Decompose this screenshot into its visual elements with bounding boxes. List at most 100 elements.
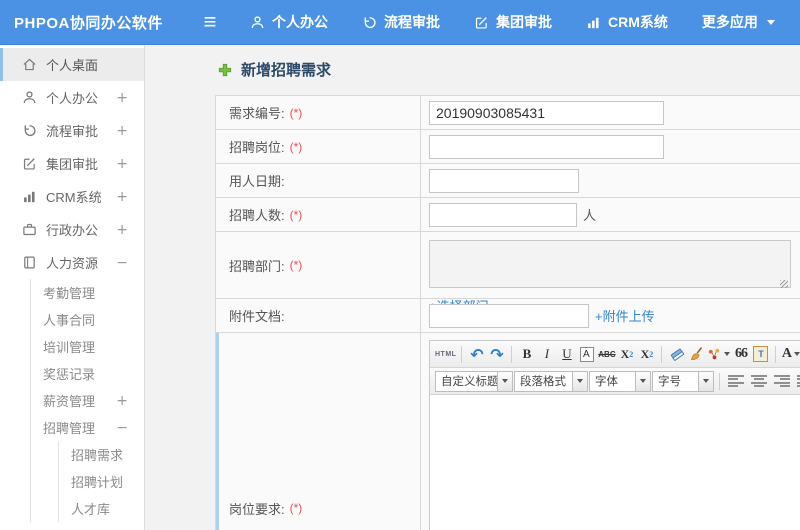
date-input[interactable] [429, 168, 579, 193]
edit-icon [474, 15, 489, 30]
sidebar-item-personal-desktop[interactable]: 个人桌面 [0, 48, 144, 81]
nav-item-more-apps[interactable]: 更多应用 [702, 12, 775, 32]
form-row-requirement: 岗位要求: (*) HTML ↶ ↷ B I U A ABC X 2 X 2 6… [216, 333, 800, 530]
superscript-button[interactable]: X2 [617, 344, 636, 365]
form-row-position: 招聘岗位: (*) [216, 130, 800, 164]
sidebar-item-crm-system[interactable]: CRM系统 + [0, 180, 144, 213]
chevron-down-icon [794, 352, 800, 356]
sidebar-item-administrative-office[interactable]: 行政办公 + [0, 213, 144, 246]
top-bar: PHPOA协同办公软件 ≡ 个人办公 流程审批 集团审批 CRM系统 更多应用 [0, 0, 800, 45]
align-left-button[interactable] [728, 374, 744, 388]
sidebar-item-salary-management[interactable]: 薪资管理 + [31, 387, 144, 414]
font-color-button[interactable]: A [781, 344, 800, 365]
flow-icon [22, 123, 37, 138]
font-family-select[interactable]: 字体 [589, 370, 651, 392]
chevron-down-icon [497, 371, 512, 391]
paste-plain-button[interactable]: T [751, 344, 770, 365]
nav-item-crm-system[interactable]: CRM系统 [586, 12, 668, 32]
nav-label: 更多应用 [701, 14, 758, 30]
expand-icon[interactable]: + [116, 123, 128, 139]
home-icon [22, 57, 37, 72]
chevron-down-icon [724, 352, 731, 356]
expand-icon[interactable]: + [116, 156, 128, 172]
italic-button[interactable]: I [537, 344, 556, 365]
attachment-upload-link[interactable]: +附件上传 [595, 306, 655, 325]
chart-icon [586, 15, 601, 30]
nav-label: CRM系统 [608, 14, 668, 30]
form-row-date: 用人日期: [216, 164, 800, 198]
sidebar-item-label: 行政办公 [46, 223, 99, 238]
position-input[interactable] [429, 134, 664, 159]
recruitment-submenu: 招聘需求 招聘计划 人才库 [58, 441, 144, 522]
align-right-button[interactable] [774, 374, 790, 388]
collapse-icon[interactable]: − [116, 255, 128, 271]
sidebar-item-recruitment-demand[interactable]: 招聘需求 [59, 441, 144, 468]
sidebar-item-group-approval[interactable]: 集团审批 + [0, 147, 144, 180]
underline-button[interactable]: U [557, 344, 576, 365]
sidebar-item-personal-office[interactable]: 个人办公 + [0, 81, 144, 114]
custom-title-select[interactable]: 自定义标题 [435, 370, 513, 392]
nav-label: 流程审批 [384, 14, 440, 30]
toolbar-separator [719, 372, 720, 390]
toolbar-separator [511, 345, 513, 363]
hamburger-menu-icon[interactable]: ≡ [192, 11, 228, 33]
expand-icon[interactable]: + [116, 90, 128, 106]
sidebar-item-human-resources[interactable]: 人力资源 − [0, 246, 144, 279]
attachment-input[interactable] [429, 303, 589, 328]
nav-label: 集团审批 [496, 14, 552, 30]
field-label: 招聘岗位: [229, 140, 285, 155]
format-painter-button[interactable] [707, 344, 731, 365]
sidebar-item-training-management[interactable]: 培训管理 [31, 333, 144, 360]
nav-item-group-approval[interactable]: 集团审批 [474, 12, 552, 32]
align-center-button[interactable] [751, 374, 767, 388]
required-mark: (*) [289, 258, 303, 272]
html-source-button[interactable]: HTML [435, 344, 456, 365]
main-content: 新增招聘需求 需求编号: (*) 招聘岗位: (*) 用人日期: [146, 45, 800, 530]
department-textarea[interactable] [429, 240, 791, 288]
blockquote-button[interactable]: 66 [731, 344, 750, 365]
eraser-button[interactable] [667, 344, 686, 365]
expand-icon[interactable]: + [116, 393, 128, 409]
subscript-button[interactable]: X2 [637, 344, 656, 365]
sidebar-item-recruitment-management[interactable]: 招聘管理 − [31, 414, 144, 441]
editor-toolbar-row1: HTML ↶ ↷ B I U A ABC X2 X2 66 T A [430, 341, 800, 368]
edit-icon [22, 156, 37, 171]
rich-text-editor: HTML ↶ ↷ B I U A ABC X2 X2 66 T A 自定义标题 … [429, 340, 800, 530]
sidebar-item-talent-pool[interactable]: 人才库 [59, 495, 144, 522]
expand-icon[interactable]: + [116, 222, 128, 238]
sidebar-item-reward-punishment-records[interactable]: 奖惩记录 [31, 360, 144, 387]
font-size-select[interactable]: 字号 [652, 370, 714, 392]
bold-button[interactable]: B [517, 344, 536, 365]
chevron-down-icon [572, 371, 587, 391]
char-border-button[interactable]: A [579, 346, 594, 362]
plus-icon [218, 63, 232, 77]
sidebar-item-workflow-approval[interactable]: 流程审批 + [0, 114, 144, 147]
undo-button[interactable]: ↶ [467, 344, 486, 365]
demand-no-input[interactable] [429, 100, 664, 125]
collapse-icon[interactable]: − [116, 420, 128, 436]
briefcase-icon [22, 222, 37, 237]
format-brush-button[interactable] [687, 344, 706, 365]
redo-button[interactable]: ↷ [487, 344, 506, 365]
editor-toolbar-row2: 自定义标题 段落格式 字体 字号 [430, 368, 800, 395]
sidebar-item-recruitment-plan[interactable]: 招聘计划 [59, 468, 144, 495]
hr-submenu: 考勤管理 人事合同 培训管理 奖惩记录 薪资管理 + 招聘管理 − 招聘需求 招… [30, 279, 144, 522]
editor-content-area[interactable] [430, 395, 800, 530]
field-label: 附件文档: [229, 309, 285, 324]
nav-label: 个人办公 [272, 14, 328, 30]
nav-item-personal-office[interactable]: 个人办公 [250, 12, 328, 32]
paragraph-format-select[interactable]: 段落格式 [514, 370, 588, 392]
required-mark: (*) [289, 501, 303, 515]
nav-item-workflow-approval[interactable]: 流程审批 [362, 12, 440, 32]
headcount-input[interactable] [429, 202, 577, 227]
sidebar-item-personnel-contract[interactable]: 人事合同 [31, 306, 144, 333]
strikethrough-button[interactable]: ABC [597, 344, 616, 365]
expand-icon[interactable]: + [116, 189, 128, 205]
sidebar-item-attendance-management[interactable]: 考勤管理 [31, 279, 144, 306]
chevron-down-icon [698, 371, 713, 391]
sidebar-item-label: 个人办公 [46, 91, 99, 106]
clipboard-icon: T [753, 346, 769, 362]
toolbar-separator [775, 345, 777, 363]
sidebar-item-label: 流程审批 [46, 124, 99, 139]
top-nav: 个人办公 流程审批 集团审批 CRM系统 更多应用 [250, 12, 775, 32]
